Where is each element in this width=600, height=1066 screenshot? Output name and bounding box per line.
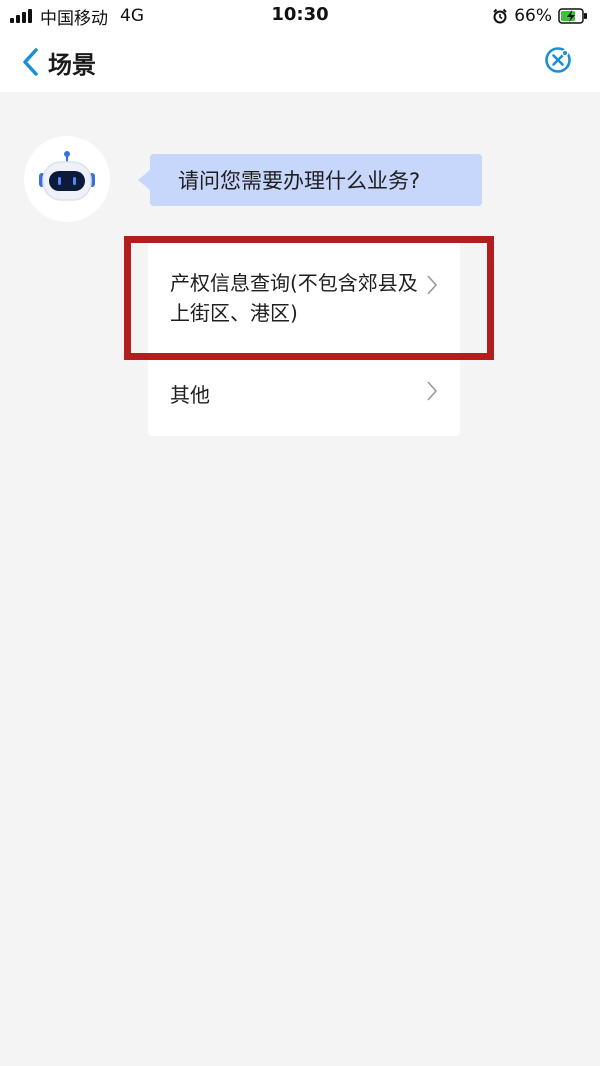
option-property-info-query[interactable]: 产权信息查询(不包含郊县及上街区、港区) bbox=[148, 236, 460, 356]
status-bar: 中国移动 4G 10:30 66% bbox=[0, 0, 600, 32]
settings-button[interactable] bbox=[542, 46, 574, 78]
bot-question-text: 请问您需要办理什么业务? bbox=[178, 169, 421, 193]
chevron-left-icon bbox=[20, 47, 40, 77]
back-button[interactable]: 场景 bbox=[20, 42, 96, 82]
chevron-right-icon bbox=[426, 380, 438, 402]
robot-icon bbox=[35, 149, 99, 209]
chevron-right-icon bbox=[426, 274, 438, 296]
battery-charging-icon bbox=[558, 8, 588, 24]
option-label: 其他 bbox=[170, 383, 210, 407]
option-other[interactable]: 其他 bbox=[148, 356, 460, 436]
bot-avatar bbox=[24, 136, 110, 222]
alarm-icon bbox=[492, 8, 508, 24]
option-label: 产权信息查询(不包含郊县及上街区、港区) bbox=[170, 271, 418, 325]
status-right: 66% bbox=[492, 5, 588, 27]
settings-icon bbox=[543, 45, 573, 79]
options-card: 产权信息查询(不包含郊县及上街区、港区) 其他 bbox=[148, 236, 460, 436]
page-title: 场景 bbox=[48, 50, 96, 79]
battery-percent: 66% bbox=[514, 6, 552, 26]
nav-bar: 场景 bbox=[0, 32, 600, 92]
bot-message-bubble: 请问您需要办理什么业务? bbox=[138, 154, 482, 206]
